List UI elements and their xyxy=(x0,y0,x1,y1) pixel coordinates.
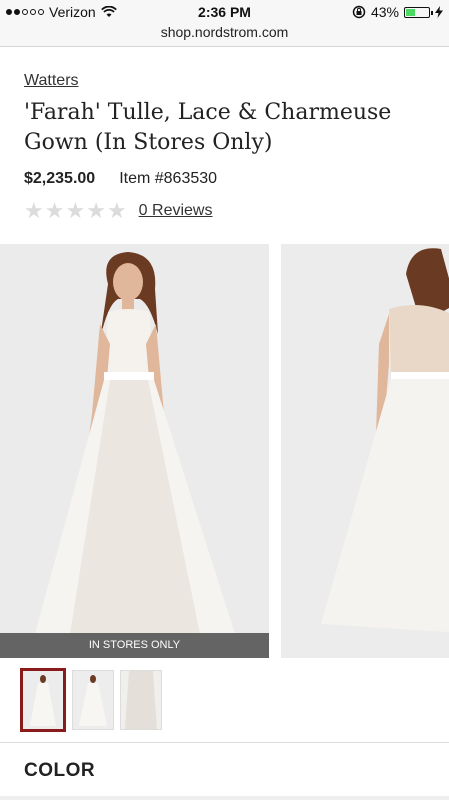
section-divider xyxy=(0,742,449,743)
thumbnail-back[interactable] xyxy=(72,670,114,730)
thumbnail-strip xyxy=(20,668,162,732)
bottom-edge xyxy=(0,796,449,800)
dress-front-image xyxy=(0,244,269,658)
product-image-front[interactable]: IN STORES ONLY xyxy=(0,244,269,658)
dress-back-image xyxy=(281,244,449,658)
status-right: 43% xyxy=(352,4,443,20)
in-stores-only-banner: IN STORES ONLY xyxy=(0,633,269,658)
star-icon: ★ xyxy=(44,198,65,223)
star-rating: ★ ★ ★ ★ ★ xyxy=(24,200,127,222)
url-bar[interactable]: shop.nordstrom.com xyxy=(0,24,449,47)
charging-bolt-icon xyxy=(435,6,443,18)
thumbnail-front-image xyxy=(23,671,63,729)
battery-icon xyxy=(404,6,433,18)
star-icon: ★ xyxy=(86,198,106,223)
product-gallery[interactable]: IN STORES ONLY xyxy=(0,244,449,658)
thumbnail-detail-image xyxy=(121,671,161,729)
star-icon: ★ xyxy=(106,198,127,223)
brand-link[interactable]: Watters xyxy=(24,72,79,90)
rating-row: ★ ★ ★ ★ ★ 0 Reviews xyxy=(24,200,212,222)
product-title: 'Farah' Tulle, Lace & Charmeuse Gown (In… xyxy=(24,100,392,155)
product-image-back[interactable] xyxy=(281,244,449,658)
battery-percent: 43% xyxy=(370,4,399,20)
color-section-label: COLOR xyxy=(24,760,96,781)
star-icon: ★ xyxy=(65,198,86,223)
reviews-link[interactable]: 0 Reviews xyxy=(139,202,213,220)
thumbnail-detail[interactable] xyxy=(120,670,162,730)
price-row: $2,235.00 Item #863530 xyxy=(24,170,217,188)
thumbnail-front[interactable] xyxy=(20,668,66,732)
product-price: $2,235.00 xyxy=(24,170,96,187)
star-icon: ★ xyxy=(24,198,44,223)
rotation-lock-icon xyxy=(352,5,366,19)
status-bar: Verizon 2:36 PM 43% xyxy=(0,0,449,24)
thumbnail-back-image xyxy=(73,671,113,729)
item-number: Item #863530 xyxy=(119,170,218,187)
